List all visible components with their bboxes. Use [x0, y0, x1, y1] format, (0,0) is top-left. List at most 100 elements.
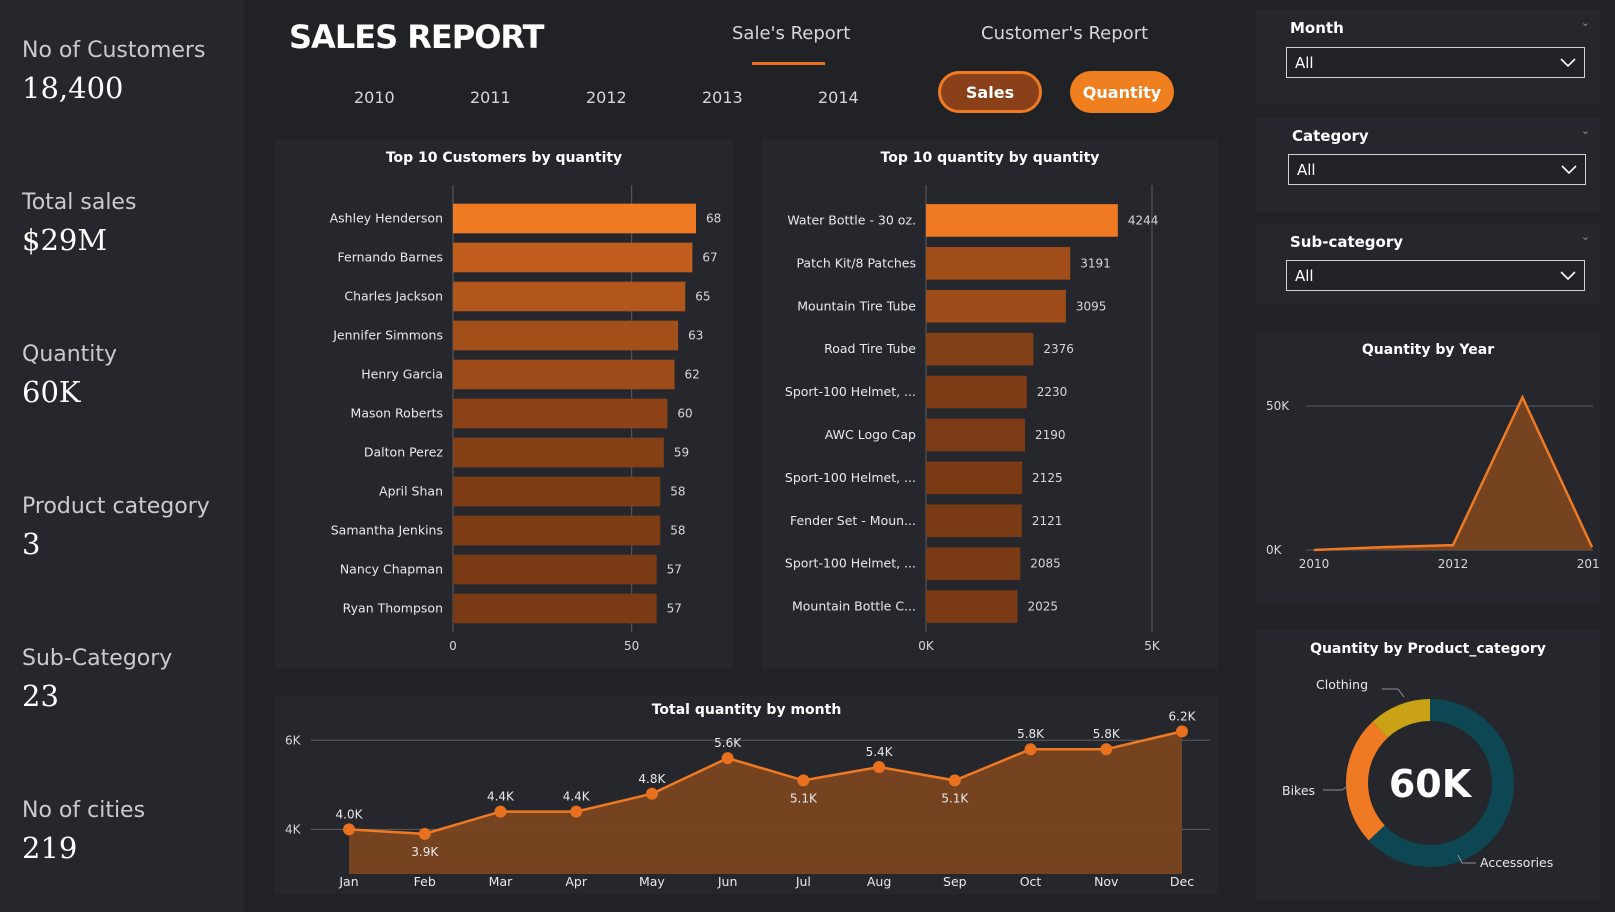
kpi-total-sales: Total sales $29M: [22, 190, 136, 257]
category-label: Water Bottle - 30 oz.: [787, 212, 916, 227]
kpi-sub-category: Sub-Category 23: [22, 646, 172, 713]
data-label: 2121: [1032, 514, 1063, 528]
data-point: [494, 805, 507, 818]
collapse-icon[interactable]: ⌄: [1581, 16, 1590, 29]
x-tick-label: 2010: [1299, 557, 1330, 571]
data-label: 5.8K: [1017, 727, 1045, 741]
data-label: 3.9K: [411, 845, 439, 859]
x-tick-label: Jan: [338, 874, 358, 889]
category-label: Henry Garcia: [361, 367, 443, 382]
top-customers-chart: 0 50 Ashley Henderson 68 Fernando Barnes 67 Ch…: [330, 185, 721, 653]
x-tick-label: 50: [624, 639, 639, 653]
chevron-down-icon: [1561, 165, 1577, 175]
bar: [926, 590, 1018, 623]
category-label: Sport-100 Helmet, ...: [785, 556, 916, 571]
bar: [926, 375, 1027, 409]
x-tick-label: Jun: [717, 874, 738, 889]
kpi-label: Product category: [22, 494, 210, 519]
category-label: Fender Set - Moun...: [790, 513, 916, 528]
category-label: Ryan Thompson: [343, 601, 443, 616]
x-tick-label: 5K: [1144, 639, 1161, 653]
category-slicer: Category ⌄ All: [1256, 118, 1600, 212]
quantity-by-year-panel: Quantity by Year 0K50K201020122014: [1256, 333, 1600, 603]
data-point: [343, 823, 355, 836]
data-label: 5.6K: [714, 736, 742, 750]
data-label: 2230: [1037, 385, 1068, 399]
data-label: 62: [685, 368, 700, 382]
bar: [453, 437, 664, 468]
kpi-cities: No of cities 219: [22, 798, 145, 865]
category-label: Bikes: [1282, 783, 1315, 798]
data-label: 67: [702, 251, 717, 265]
data-point: [1176, 725, 1188, 738]
year-filter-2014[interactable]: 2014: [818, 88, 859, 107]
leader-line: [1382, 688, 1405, 698]
category-label: Sport-100 Helmet, ...: [785, 384, 916, 399]
dropdown-value: All: [1295, 54, 1314, 72]
data-label: 65: [695, 290, 710, 304]
tab-customer-report[interactable]: Customer's Report: [981, 23, 1148, 44]
category-dropdown[interactable]: All: [1288, 154, 1586, 185]
data-label: 3095: [1076, 299, 1107, 313]
category-label: Sport-100 Helmet, ...: [785, 470, 916, 485]
dropdown-value: All: [1297, 161, 1316, 179]
data-point: [418, 827, 431, 840]
data-label: 58: [670, 485, 685, 499]
collapse-icon[interactable]: ⌄: [1581, 230, 1590, 243]
bar: [453, 476, 661, 507]
data-label: 59: [674, 446, 689, 460]
x-tick-label: 2012: [1438, 557, 1469, 571]
kpi-value: 23: [22, 679, 59, 713]
year-filter-2013[interactable]: 2013: [702, 88, 743, 107]
active-tab-indicator: [752, 62, 825, 65]
kpi-value: 219: [22, 831, 78, 865]
kpi-quantity: Quantity 60K: [22, 342, 117, 409]
page-title: SALES REPORT: [289, 18, 544, 56]
kpi-product-category: Product category 3: [22, 494, 210, 561]
sub-category-dropdown[interactable]: All: [1286, 260, 1585, 291]
x-tick-label: Aug: [867, 874, 891, 889]
x-tick-label: 0: [449, 639, 457, 653]
data-point: [797, 774, 810, 787]
data-label: 2085: [1030, 557, 1061, 571]
data-label: 4.8K: [638, 772, 666, 786]
category-label: Clothing: [1316, 677, 1368, 692]
center-label: 60K: [1389, 762, 1473, 806]
category-label: AWC Logo Cap: [825, 427, 916, 442]
x-tick-label: Nov: [1094, 874, 1119, 889]
data-label: 63: [688, 329, 703, 343]
bar: [453, 242, 693, 273]
data-label: 4.4K: [563, 790, 591, 804]
x-tick-label: Sep: [943, 874, 967, 889]
kpi-label: Total sales: [22, 190, 137, 215]
data-label: 2190: [1035, 428, 1066, 442]
year-filter-2012[interactable]: 2012: [586, 88, 627, 107]
quantity-button[interactable]: Quantity: [1070, 71, 1174, 113]
data-label: 68: [706, 212, 721, 226]
category-label: Nancy Chapman: [340, 562, 443, 577]
monthly-quantity-panel: Total quantity by month 4K 6K 4.0K Jan 3.9K F…: [275, 696, 1218, 894]
kpi-column: No of Customers 18,400 Total sales $29M …: [0, 0, 244, 912]
collapse-icon[interactable]: ⌄: [1581, 124, 1590, 137]
kpi-value: 3: [22, 527, 41, 561]
data-label: 3191: [1080, 256, 1111, 270]
sales-button[interactable]: Sales: [938, 71, 1042, 113]
category-label: April Shan: [379, 484, 443, 499]
data-label: 2376: [1043, 342, 1074, 356]
bar: [926, 504, 1022, 538]
bar: [926, 418, 1025, 452]
bar: [453, 203, 696, 234]
tab-sales-report[interactable]: Sale's Report: [732, 23, 850, 44]
area-fill: [1314, 397, 1592, 550]
month-dropdown[interactable]: All: [1286, 47, 1585, 78]
category-label: Mountain Tire Tube: [797, 298, 916, 313]
kpi-customers: No of Customers 18,400: [22, 38, 205, 105]
category-label: Road Tire Tube: [824, 341, 916, 356]
x-tick-label: Feb: [414, 874, 436, 889]
x-tick-label: 0K: [918, 639, 935, 653]
sub-category-slicer: Sub-category ⌄ All: [1256, 224, 1600, 304]
year-filter-2011[interactable]: 2011: [470, 88, 511, 107]
data-label: 2025: [1028, 600, 1059, 614]
year-filter-2010[interactable]: 2010: [354, 88, 395, 107]
bar: [453, 593, 657, 624]
